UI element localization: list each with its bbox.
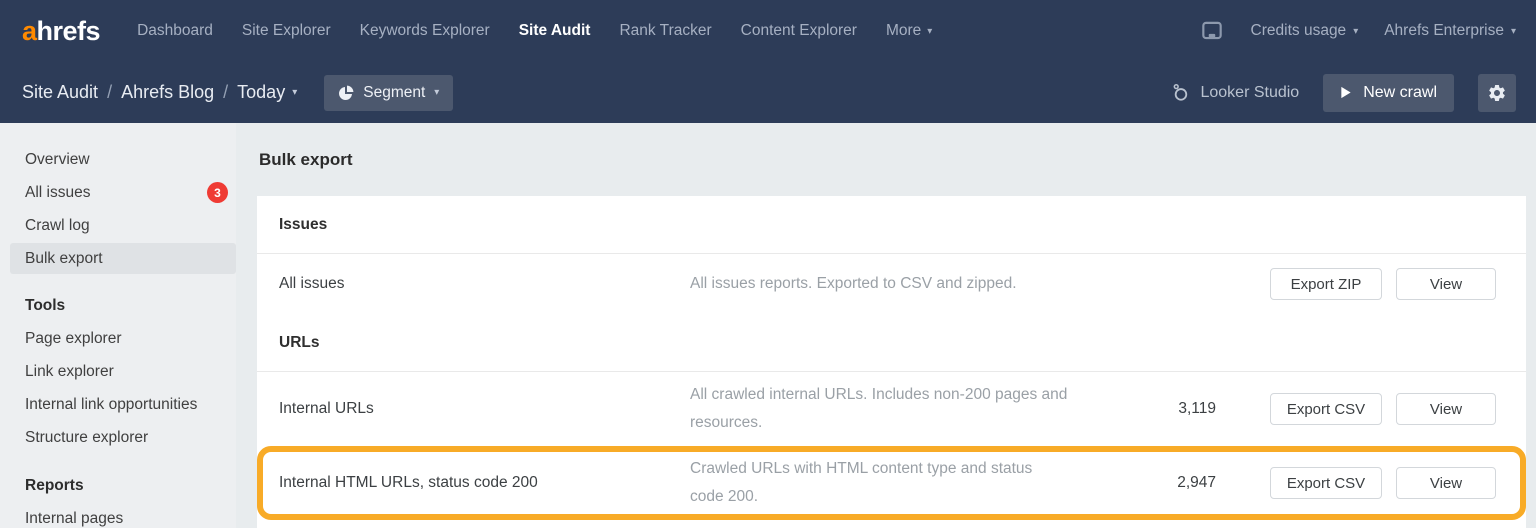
pie-chart-icon (338, 85, 354, 101)
sidebar-item-all-issues[interactable]: All issues 3 (0, 176, 236, 209)
table-row-all-issues: All issues All issues reports. Exported … (257, 254, 1526, 314)
logo-letter-a: a (22, 15, 37, 46)
export-csv-button[interactable]: Export CSV (1270, 393, 1382, 425)
sidebar-item-crawl-log[interactable]: Crawl log (0, 209, 236, 242)
view-button[interactable]: View (1396, 467, 1496, 499)
settings-button[interactable] (1478, 73, 1516, 112)
breadcrumb-site-audit[interactable]: Site Audit (22, 82, 98, 103)
view-button[interactable]: View (1396, 268, 1496, 300)
export-zip-button[interactable]: Export ZIP (1270, 268, 1382, 300)
row-actions: Export ZIP View (1270, 268, 1496, 300)
export-csv-button[interactable]: Export CSV (1270, 467, 1382, 499)
chevron-down-icon: ▾ (927, 25, 933, 37)
sub-toolbar: Site Audit / Ahrefs Blog / Today ▾ Segmen… (0, 62, 1536, 123)
nav-item-content-explorer[interactable]: Content Explorer (741, 22, 857, 40)
row-description: All issues reports. Exported to CSV and … (690, 275, 1017, 292)
nav-item-keywords-explorer[interactable]: Keywords Explorer (360, 22, 490, 40)
sidebar-section-reports: Reports (25, 476, 84, 494)
row-actions: Export CSV View (1270, 393, 1496, 425)
sidebar-item-internal-link-opportunities[interactable]: Internal link opportunities (0, 388, 236, 421)
view-button[interactable]: View (1396, 393, 1496, 425)
nav-item-rank-tracker[interactable]: Rank Tracker (619, 22, 711, 40)
table-row-internal-html-urls-200-highlighted: Internal HTML URLs, status code 200 Craw… (257, 446, 1526, 520)
sidebar-item-internal-pages[interactable]: Internal pages (0, 502, 236, 528)
row-label: Internal URLs (279, 400, 374, 417)
breadcrumb: Site Audit / Ahrefs Blog / Today ▾ (22, 82, 297, 103)
row-actions: Export CSV View (1270, 467, 1496, 499)
chevron-down-icon: ▾ (292, 87, 298, 98)
issues-count-badge: 3 (207, 182, 228, 203)
main-panel: Bulk export Issues All issues All issues… (236, 123, 1536, 528)
looker-studio-icon (1171, 83, 1190, 102)
breadcrumb-project-ahrefs-blog[interactable]: Ahrefs Blog (121, 82, 214, 103)
sidebar-item-link-explorer[interactable]: Link explorer (0, 355, 236, 388)
sidebar-section-tools: Tools (25, 296, 66, 314)
subbar-right-group: Looker Studio New crawl (1171, 73, 1516, 112)
row-count: 2,947 (1177, 474, 1216, 491)
top-navigation-bar: ahrefs Dashboard Site Explorer Keywords … (0, 0, 1536, 62)
chevron-down-icon: ▾ (1353, 25, 1359, 37)
gear-icon (1487, 83, 1507, 103)
sidebar-item-bulk-export[interactable]: Bulk export (10, 243, 236, 274)
play-icon (1340, 86, 1352, 99)
nav-item-dashboard[interactable]: Dashboard (137, 22, 213, 40)
row-description: Crawled URLs with HTML content type and … (690, 460, 1033, 505)
chevron-down-icon: ▾ (1510, 25, 1516, 37)
logo-letters-hrefs: hrefs (36, 15, 101, 46)
sidebar-item-page-explorer[interactable]: Page explorer (0, 322, 236, 355)
new-crawl-button[interactable]: New crawl (1323, 73, 1454, 112)
section-header-urls: URLs (257, 314, 1526, 372)
topbar-right-group: Credits usage ▾ Ahrefs Enterprise ▾ (1199, 18, 1516, 44)
chevron-down-icon: ▾ (434, 87, 440, 98)
ahrefs-logo[interactable]: ahrefs (22, 15, 101, 47)
content-area: Overview All issues 3 Crawl log Bulk exp… (0, 123, 1536, 528)
page-title: Bulk export (259, 150, 353, 169)
table-row-internal-urls: Internal URLs All crawled internal URLs.… (257, 372, 1526, 446)
nav-item-site-explorer[interactable]: Site Explorer (242, 22, 331, 40)
nav-item-more[interactable]: More ▾ (886, 22, 932, 40)
row-label: Internal HTML URLs, status code 200 (279, 474, 538, 491)
credits-usage-menu[interactable]: Credits usage ▾ (1251, 22, 1359, 40)
segment-button[interactable]: Segment ▾ (324, 74, 454, 111)
row-description: All crawled internal URLs. Includes non-… (690, 386, 1068, 431)
sidebar-item-structure-explorer[interactable]: Structure explorer (0, 421, 236, 454)
bulk-export-card: Issues All issues All issues reports. Ex… (257, 196, 1526, 528)
sidebar: Overview All issues 3 Crawl log Bulk exp… (0, 123, 236, 528)
breadcrumb-separator: / (223, 82, 229, 102)
looker-studio-link[interactable]: Looker Studio (1171, 83, 1299, 102)
nav-item-site-audit[interactable]: Site Audit (519, 22, 591, 40)
account-menu-ahrefs-enterprise[interactable]: Ahrefs Enterprise ▾ (1384, 22, 1516, 40)
sidebar-item-overview[interactable]: Overview (0, 143, 236, 176)
section-header-issues: Issues (257, 196, 1526, 254)
primary-nav: Dashboard Site Explorer Keywords Explore… (137, 22, 932, 40)
laptop-icon[interactable] (1199, 18, 1225, 44)
row-count: 3,119 (1178, 400, 1216, 417)
breadcrumb-separator: / (107, 82, 113, 102)
breadcrumb-crawl-date-today[interactable]: Today ▾ (237, 82, 297, 103)
row-label: All issues (279, 275, 345, 292)
